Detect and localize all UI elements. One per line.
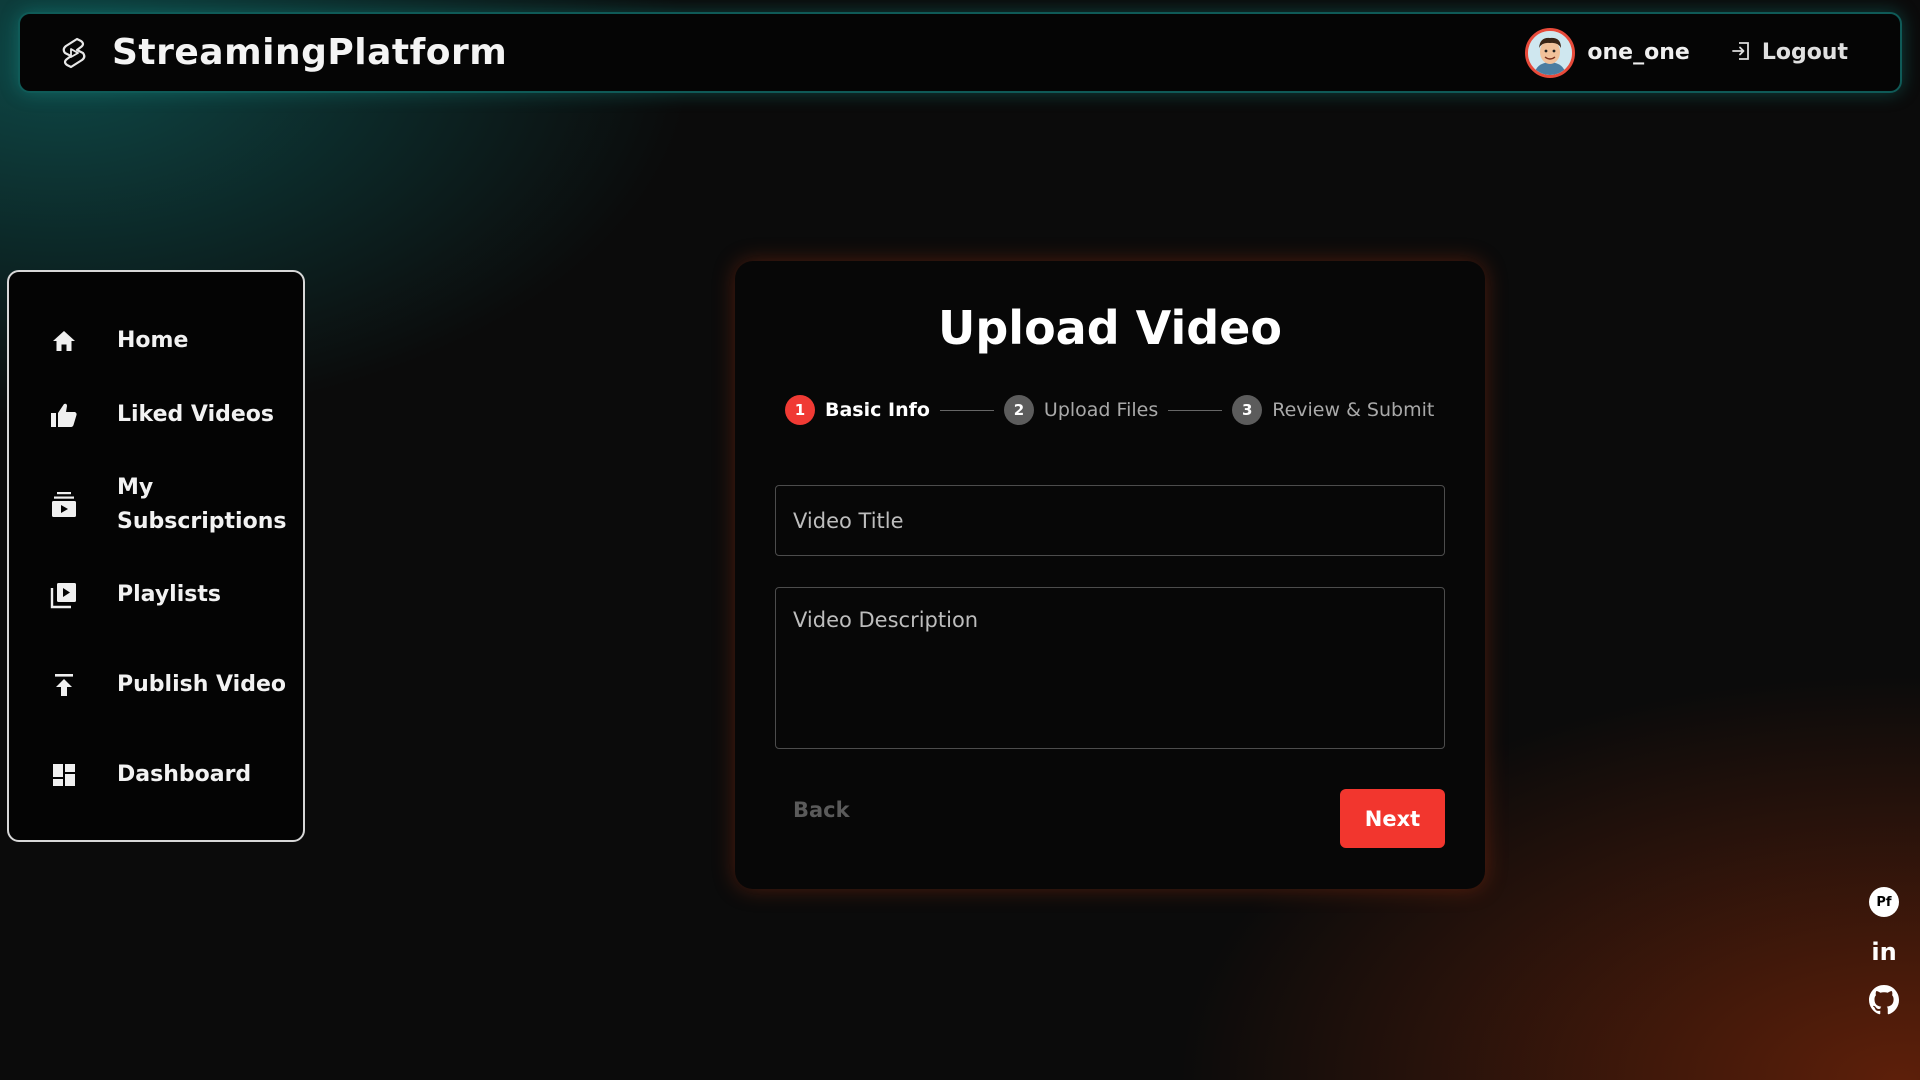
step-label: Review & Submit bbox=[1272, 399, 1435, 421]
sidebar-item-label: Playlists bbox=[117, 582, 221, 607]
brand-name: StreamingPlatform bbox=[112, 32, 508, 73]
logout-button[interactable]: Logout bbox=[1730, 40, 1848, 66]
sidebar-item-label: Liked Videos bbox=[117, 402, 274, 427]
next-button[interactable]: Next bbox=[1340, 789, 1445, 848]
step-upload-files[interactable]: 2 Upload Files bbox=[1003, 395, 1159, 425]
social-links: Pf in bbox=[1868, 886, 1900, 1036]
linkedin-link[interactable]: in bbox=[1868, 936, 1900, 968]
sidebar-item-publish-video[interactable]: Publish Video bbox=[9, 632, 303, 738]
sidebar-item-label: Publish Video bbox=[117, 672, 286, 697]
avatar[interactable] bbox=[1525, 27, 1576, 78]
upload-card: Upload Video 1 Basic Info 2 Upload Files… bbox=[735, 261, 1485, 889]
stepper: 1 Basic Info 2 Upload Files 3 Review & S… bbox=[785, 395, 1434, 425]
lightning-play-icon bbox=[56, 35, 92, 71]
home-icon bbox=[49, 326, 79, 356]
sidebar-item-label: Dashboard bbox=[117, 762, 252, 787]
brand[interactable]: StreamingPlatform bbox=[56, 32, 507, 73]
logout-icon bbox=[1730, 40, 1752, 66]
header-user-area: one_one Logout bbox=[1525, 27, 1848, 78]
step-review-submit[interactable]: 3 Review & Submit bbox=[1232, 395, 1434, 425]
step-label: Basic Info bbox=[825, 399, 930, 421]
username[interactable]: one_one bbox=[1587, 40, 1689, 65]
step-connector bbox=[1168, 409, 1223, 411]
video-description-input[interactable] bbox=[775, 587, 1445, 749]
sidebar-item-label: My Subscriptions bbox=[117, 475, 287, 534]
page-title: Upload Video bbox=[938, 301, 1282, 355]
step-number: 3 bbox=[1232, 395, 1263, 425]
sidebar-item-playlists[interactable]: Playlists bbox=[9, 558, 303, 632]
upload-icon bbox=[49, 670, 79, 700]
step-connector bbox=[939, 409, 994, 411]
step-number: 1 bbox=[785, 395, 815, 425]
playlist-icon bbox=[49, 580, 79, 610]
dashboard-icon bbox=[49, 760, 79, 790]
github-link[interactable] bbox=[1868, 985, 1900, 1019]
sidebar-item-label: Home bbox=[117, 328, 189, 353]
sidebar-item-liked-videos[interactable]: Liked Videos bbox=[9, 378, 303, 452]
back-button[interactable]: Back bbox=[793, 789, 850, 831]
linkedin-icon: in bbox=[1871, 938, 1897, 966]
portfolio-icon: Pf bbox=[1869, 887, 1899, 917]
thumbs-up-icon bbox=[49, 400, 79, 430]
sidebar-item-subscriptions[interactable]: My Subscriptions bbox=[9, 452, 303, 558]
subscriptions-icon bbox=[49, 490, 79, 520]
step-number: 2 bbox=[1003, 395, 1034, 425]
sidebar-item-home[interactable]: Home bbox=[9, 304, 303, 378]
sidebar: Home Liked Videos My Subscriptions Playl… bbox=[7, 270, 305, 842]
github-icon bbox=[1869, 985, 1899, 1019]
sidebar-item-dashboard[interactable]: Dashboard bbox=[9, 738, 303, 812]
top-header: StreamingPlatform one_one Logout bbox=[18, 12, 1902, 93]
step-basic-info[interactable]: 1 Basic Info bbox=[785, 395, 930, 425]
portfolio-link[interactable]: Pf bbox=[1868, 886, 1900, 918]
logout-label: Logout bbox=[1761, 40, 1848, 65]
video-title-input[interactable] bbox=[775, 485, 1445, 556]
step-label: Upload Files bbox=[1043, 399, 1159, 421]
